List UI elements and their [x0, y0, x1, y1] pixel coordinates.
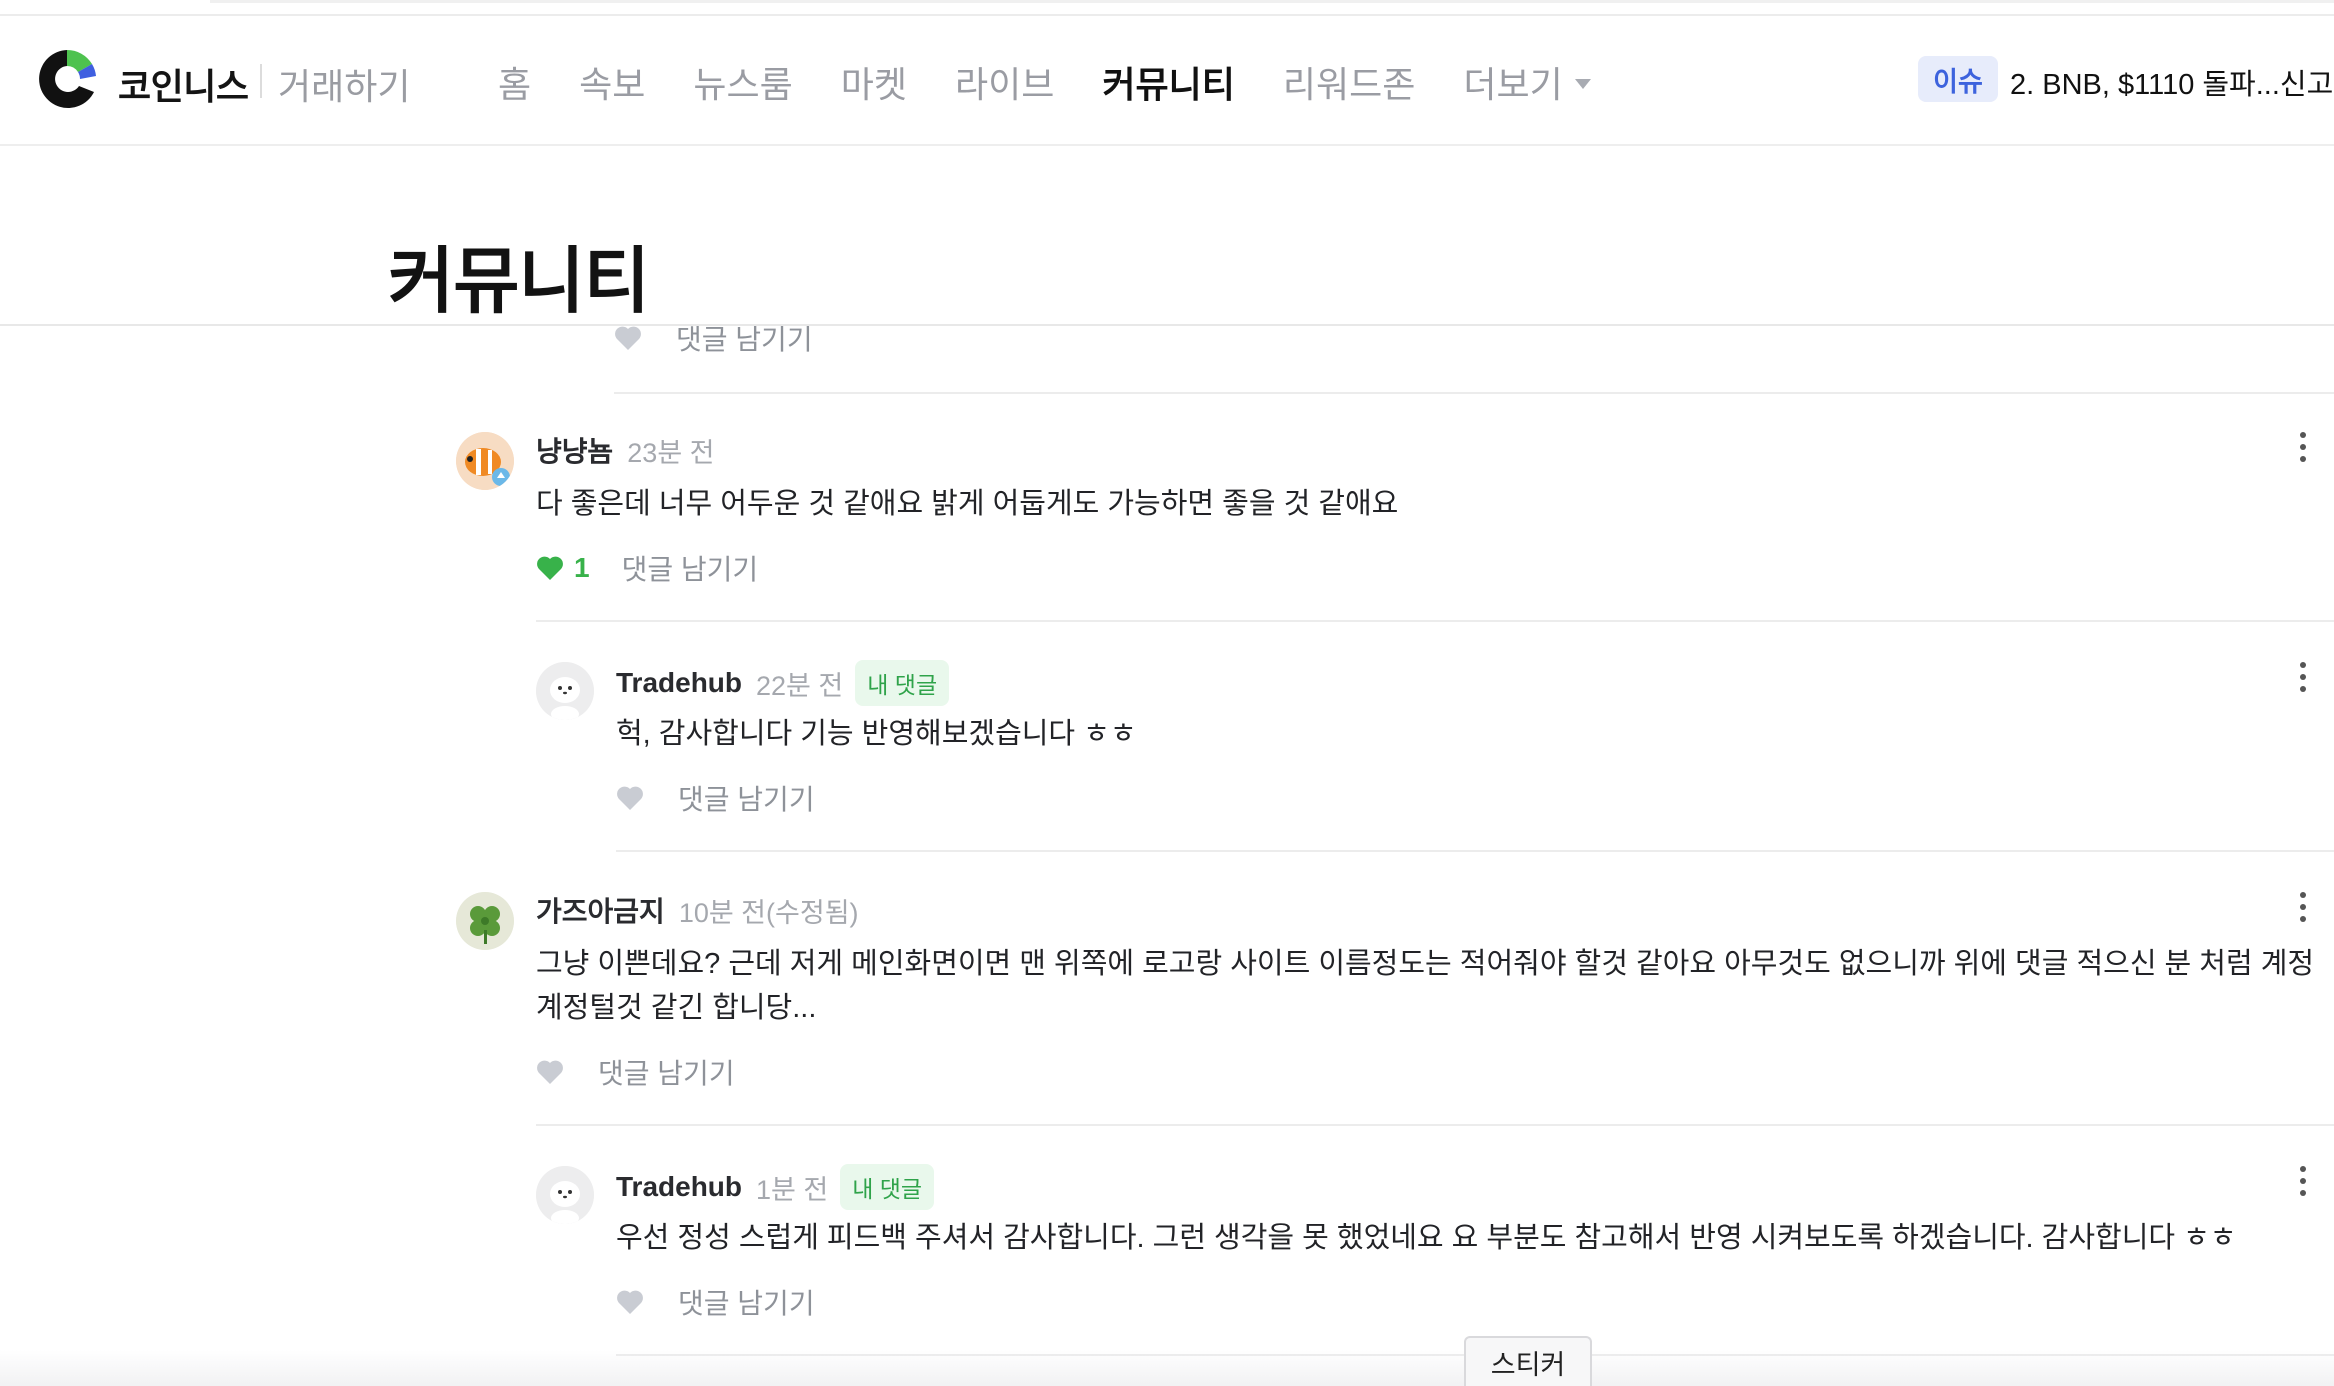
- nav-breaking[interactable]: 속보: [579, 56, 645, 108]
- kebab-menu-icon[interactable]: [2298, 1166, 2308, 1202]
- chevron-down-icon: [1574, 79, 1591, 89]
- title-divider: [0, 324, 2334, 326]
- comment-text: 헉, 감사합니다 기능 반영해보겠습니다 ㅎㅎ: [616, 718, 1137, 750]
- brand-separator: [260, 64, 262, 98]
- trade-link[interactable]: 거래하기: [278, 58, 410, 110]
- timestamp: 22분 전: [756, 670, 844, 701]
- sticker-button[interactable]: 스티커: [1464, 1336, 1592, 1386]
- comment-text: 다 좋은데 너무 어두운 것 같애요 밝게 어둡게도 가능하면 좋을 것 같애요: [536, 488, 1399, 520]
- nav-newsroom[interactable]: 뉴스룸: [693, 56, 792, 108]
- heart-icon[interactable]: [614, 326, 642, 351]
- avatar-default: [536, 662, 594, 720]
- avatar-clover: [456, 892, 514, 950]
- nav-more[interactable]: 더보기: [1463, 56, 1591, 108]
- comment-actions: 댓글 남기기: [616, 778, 815, 818]
- my-comment-badge: 내 댓글: [840, 1164, 935, 1210]
- coinness-logo[interactable]: [36, 46, 98, 112]
- site-header: 코인니스 거래하기 홈 속보 뉴스룸 마켓 라이브 커뮤니티 리워드존 더보기 …: [0, 16, 2334, 146]
- page-title: 커뮤니티: [388, 242, 650, 322]
- username[interactable]: Tradehub: [616, 1171, 742, 1203]
- comment-text: 우선 정성 스럽게 피드백 주셔서 감사합니다. 그런 생각을 못 했었네요 요…: [616, 1222, 2237, 1254]
- nav-more-label: 더보기: [1463, 64, 1563, 105]
- bottom-shadow: [0, 1350, 2334, 1386]
- comment-text-line1: 그냥 이쁜데요? 근데 저게 메인화면이면 맨 위쪽에 로고랑 사이트 이름정도…: [536, 948, 2315, 980]
- divider: [614, 392, 2334, 394]
- comment-actions: 댓글 남기기: [536, 1052, 735, 1092]
- nav-home[interactable]: 홈: [498, 56, 531, 108]
- reply-link[interactable]: 댓글 남기기: [678, 778, 815, 818]
- nav-live[interactable]: 라이브: [955, 56, 1054, 108]
- comment-meta: Tradehub 1분 전 내 댓글: [616, 1164, 935, 1210]
- avatar-default: [536, 1166, 594, 1224]
- reply-link[interactable]: 댓글 남기기: [676, 326, 813, 358]
- username[interactable]: 냥냥뇸: [536, 430, 613, 470]
- reply-link[interactable]: 댓글 남기기: [598, 1052, 735, 1092]
- issue-badge[interactable]: 이슈: [1918, 56, 1998, 102]
- heart-icon[interactable]: [536, 555, 564, 581]
- comment-meta: 냥냥뇸 23분 전: [536, 430, 727, 470]
- nav-market[interactable]: 마켓: [841, 56, 907, 108]
- comment-meta: Tradehub 22분 전 내 댓글: [616, 660, 950, 706]
- comment-actions: 댓글 남기기: [614, 326, 813, 358]
- divider: [536, 620, 2334, 622]
- divider: [616, 850, 2334, 852]
- timestamp: 1분 전: [756, 1174, 829, 1205]
- reply-link[interactable]: 댓글 남기기: [622, 548, 759, 588]
- avatar-clownfish: [456, 432, 514, 490]
- browser-top-strip: [0, 0, 2334, 16]
- brand-name[interactable]: 코인니스: [118, 58, 249, 110]
- kebab-menu-icon[interactable]: [2298, 662, 2308, 698]
- issue-ticker-text[interactable]: 2. BNB, $1110 돌파...신고가: [2010, 61, 2334, 103]
- avatar[interactable]: [536, 662, 594, 720]
- heart-icon[interactable]: [616, 1289, 644, 1315]
- comment-meta: 가즈아금지 10분 전(수정됨): [536, 890, 871, 930]
- comment-actions: 댓글 남기기: [616, 1282, 815, 1322]
- my-comment-badge: 내 댓글: [855, 660, 950, 706]
- nav-rewardzone[interactable]: 리워드존: [1283, 56, 1415, 108]
- kebab-menu-icon[interactable]: [2298, 432, 2308, 468]
- heart-icon[interactable]: [616, 785, 644, 811]
- comment-actions: 1 댓글 남기기: [536, 548, 758, 588]
- comment-text-line2: 계정털것 같긴 합니당...: [536, 992, 817, 1024]
- timestamp: 23분 전: [627, 437, 715, 468]
- reply-link[interactable]: 댓글 남기기: [678, 1282, 815, 1322]
- comment-list: 댓글 남기기 냥냥뇸 23분 전 다 좋은데 너무 어두운 것 같애요 밝게 어…: [0, 326, 2334, 1386]
- username[interactable]: Tradehub: [616, 667, 742, 699]
- divider: [536, 1124, 2334, 1126]
- avatar[interactable]: [456, 892, 514, 950]
- like-count: 1: [574, 552, 590, 583]
- username[interactable]: 가즈아금지: [536, 890, 665, 930]
- avatar[interactable]: [456, 432, 514, 490]
- avatar[interactable]: [536, 1166, 594, 1224]
- heart-icon[interactable]: [536, 1059, 564, 1085]
- timestamp: 10분 전(수정됨): [678, 897, 859, 928]
- main-nav: 홈 속보 뉴스룸 마켓 라이브 커뮤니티 리워드존 더보기: [498, 56, 1639, 108]
- kebab-menu-icon[interactable]: [2298, 892, 2308, 928]
- nav-community[interactable]: 커뮤니티: [1102, 56, 1234, 108]
